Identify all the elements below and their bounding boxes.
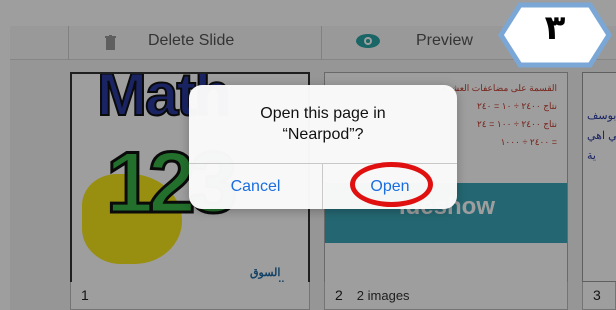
alert-message-line: Open this page in: [260, 105, 386, 122]
cancel-button[interactable]: Cancel: [189, 164, 322, 209]
step-number: ٣: [544, 8, 566, 48]
alert-message: Open this page in “Nearpod”?: [189, 103, 457, 145]
alert-message-app-name: “Nearpod”?: [282, 126, 364, 143]
highlight-circle: [350, 162, 433, 207]
screen: Delete Slide Preview Math 123 السوق المف…: [0, 0, 616, 310]
